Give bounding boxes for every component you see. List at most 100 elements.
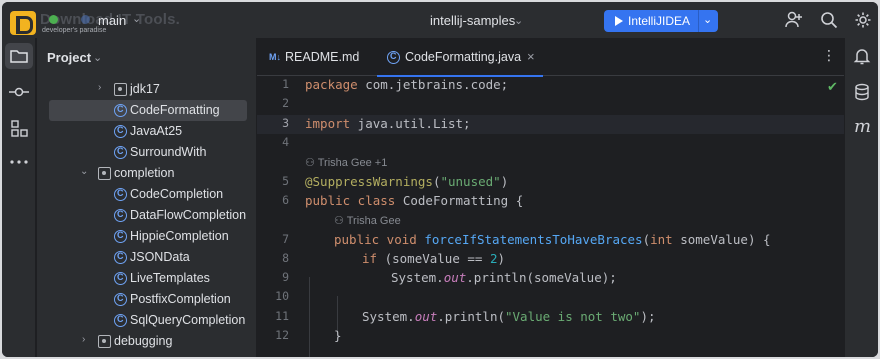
tree-item-label: completion	[114, 166, 175, 180]
tree-item-label: DataFlowCompletion	[130, 208, 247, 222]
tree-item-codeformatting[interactable]: CodeFormatting	[49, 100, 247, 121]
class-icon	[114, 314, 127, 327]
tree-item-debugging[interactable]: › debugging	[37, 331, 256, 352]
tab-readme[interactable]: M↓ README.md	[267, 38, 372, 76]
code-line: 12 }	[257, 327, 844, 346]
database-icon[interactable]	[852, 82, 872, 102]
right-tool-stripe: m	[844, 38, 878, 357]
class-icon	[387, 51, 400, 64]
branch-selector[interactable]: main	[98, 13, 126, 28]
play-icon[interactable]	[615, 16, 623, 26]
search-icon[interactable]	[819, 10, 839, 30]
tree-item-sqlquerycompletion[interactable]: SqlQueryCompletion	[37, 310, 256, 331]
tree-item-label: JavaAt25	[130, 124, 183, 138]
tree-item-livetemplates[interactable]: LiveTemplates	[37, 268, 256, 289]
code-line-current: 3 import java.util.List;	[257, 115, 844, 134]
code-text: import java.util.List;	[305, 116, 471, 131]
code-line: 6 public class CodeFormatting {	[257, 192, 844, 211]
line-number: 1	[282, 77, 289, 91]
add-user-icon[interactable]	[784, 10, 804, 30]
line-number: 2	[282, 96, 289, 110]
markdown-icon: M↓	[269, 52, 281, 62]
run-configuration-button[interactable]: IntelliJIDEA ⌄	[604, 10, 718, 32]
class-icon	[114, 209, 127, 222]
code-line: 5 @SuppressWarnings("unused")	[257, 173, 844, 192]
structure-icon[interactable]	[8, 117, 30, 139]
title-bar: Download IT Tools. developer's paradise …	[2, 2, 878, 38]
code-text: System.out.println("Value is not two");	[362, 309, 656, 324]
no-problems-check-icon[interactable]: ✔	[827, 79, 838, 95]
chevron-right-icon[interactable]: ›	[98, 82, 101, 93]
project-selector[interactable]: intellij-samples	[430, 13, 515, 28]
chevron-down-icon[interactable]: ⌄	[132, 12, 141, 25]
package-icon	[98, 167, 111, 180]
class-icon	[114, 251, 127, 264]
settings-gear-icon[interactable]	[853, 10, 873, 30]
tree-item-label: CodeFormatting	[130, 103, 220, 117]
line-number: 7	[282, 232, 289, 246]
tree-item-label: PostfixCompletion	[130, 292, 231, 306]
app-logo-icon[interactable]	[10, 11, 36, 35]
chevron-down-icon[interactable]: ⌄	[514, 14, 523, 27]
tree-item-jsondata[interactable]: JSONData	[37, 247, 256, 268]
run-config-label: IntelliJIDEA	[628, 14, 691, 28]
class-icon	[114, 188, 127, 201]
editor-panel: M↓ README.md CodeFormatting.java × ⋮ 1 p…	[257, 38, 844, 357]
code-line: 4	[257, 134, 844, 153]
line-number: 8	[282, 251, 289, 265]
line-number: 12	[275, 328, 289, 342]
left-tool-stripe	[2, 38, 36, 357]
tree-item-hippiecompletion[interactable]: HippieCompletion	[37, 226, 256, 247]
user-icon: ⚇	[305, 157, 318, 169]
class-icon	[114, 230, 127, 243]
chevron-right-icon[interactable]: ›	[82, 334, 85, 345]
package-icon	[98, 335, 111, 348]
project-panel: Project ⌄ › jdk17 CodeFormatting JavaAt2…	[37, 38, 256, 357]
tree-item-jdk17[interactable]: › jdk17	[37, 79, 256, 100]
tree-item-label: HippieCompletion	[130, 229, 229, 243]
close-icon[interactable]: ×	[527, 49, 535, 64]
class-icon	[114, 125, 127, 138]
author-inlay-hint[interactable]: ⚇ Trisha Gee +1	[305, 156, 387, 169]
code-text: if (someValue == 2)	[362, 251, 506, 266]
ide-window: Download IT Tools. developer's paradise …	[2, 2, 878, 357]
user-icon: ⚇	[334, 215, 347, 227]
code-text: }	[334, 328, 342, 343]
author-inlay-hint[interactable]: ⚇ Trisha Gee	[334, 214, 401, 227]
code-line: 7 public void forceIfStatementsToHaveBra…	[257, 231, 844, 250]
tree-item-postfixcompletion[interactable]: PostfixCompletion	[37, 289, 256, 310]
commit-icon[interactable]	[8, 81, 30, 103]
more-tools-icon[interactable]	[8, 151, 30, 173]
line-number: 10	[275, 289, 289, 303]
maven-icon[interactable]: m	[854, 116, 874, 137]
chevron-down-icon[interactable]: ⌄	[703, 13, 712, 26]
tree-item-surroundwith[interactable]: SurroundWith	[37, 142, 256, 163]
line-number: 5	[282, 174, 289, 188]
line-number: 9	[282, 270, 289, 284]
tree-item-javaat25[interactable]: JavaAt25	[37, 121, 256, 142]
tree-item-label: CodeCompletion	[130, 187, 224, 201]
code-editor[interactable]: 1 package com.jetbrains.code; 2 3 import…	[257, 76, 844, 357]
tree-item-dataflowcompletion[interactable]: DataFlowCompletion	[37, 205, 256, 226]
code-line: 2	[257, 95, 844, 114]
tree-item-codecompletion[interactable]: CodeCompletion	[37, 184, 256, 205]
editor-tabs: M↓ README.md CodeFormatting.java × ⋮	[257, 38, 844, 77]
chevron-down-icon[interactable]: ⌄	[93, 51, 102, 64]
code-line: 11 System.out.println("Value is not two"…	[257, 308, 844, 327]
folder-icon[interactable]	[8, 45, 30, 67]
code-text: package com.jetbrains.code;	[305, 77, 509, 92]
tabs-menu-icon[interactable]: ⋮	[822, 47, 836, 64]
tree-item-label: SurroundWith	[130, 145, 207, 159]
tree-item-completion[interactable]: ⌄ completion	[37, 163, 256, 184]
divider	[698, 10, 699, 32]
project-panel-title[interactable]: Project	[47, 50, 91, 65]
chevron-down-icon[interactable]: ⌄	[80, 166, 88, 177]
tree-item-label: debugging	[114, 334, 173, 348]
notifications-bell-icon[interactable]	[852, 46, 872, 66]
code-text: System.out.println(someValue);	[391, 270, 617, 285]
code-text: @SuppressWarnings("unused")	[305, 174, 509, 189]
tree-item-label: jdk17	[130, 82, 160, 96]
watermark-subtitle: developer's paradise	[42, 27, 107, 34]
tab-codeformatting[interactable]: CodeFormatting.java ×	[377, 38, 543, 77]
tree-item-label: JSONData	[130, 250, 190, 264]
